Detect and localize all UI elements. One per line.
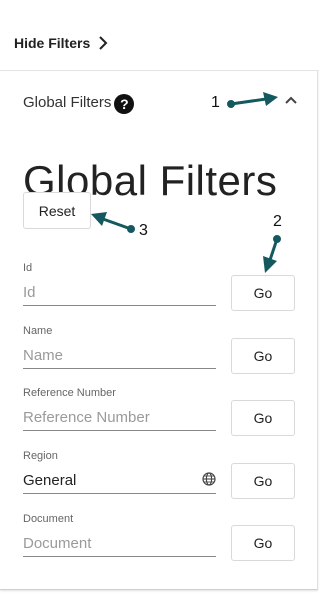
region-field: Region General — [23, 449, 216, 494]
region-select[interactable]: General — [23, 468, 216, 494]
document-go-button[interactable]: Go — [231, 525, 295, 561]
global-filters-panel: Global Filters ? Global Filters Reset Id… — [0, 71, 318, 590]
id-field: Id — [23, 261, 216, 306]
document-input[interactable] — [23, 531, 216, 557]
region-field-label: Region — [23, 450, 58, 462]
document-field: Document — [23, 512, 216, 557]
reset-button[interactable]: Reset — [23, 192, 91, 229]
chevron-up-icon[interactable] — [284, 95, 298, 105]
annotation-label-1: 1 — [211, 94, 220, 111]
reference-number-field: Reference Number — [23, 386, 216, 431]
region-go-button[interactable]: Go — [231, 463, 295, 499]
id-go-button[interactable]: Go — [231, 275, 295, 311]
globe-icon[interactable] — [202, 471, 216, 486]
name-field: Name — [23, 324, 216, 369]
document-field-label: Document — [23, 513, 74, 525]
help-icon[interactable]: ? — [114, 93, 135, 114]
hide-filters-button[interactable]: Hide Filters — [14, 33, 108, 53]
reference-number-field-label: Reference Number — [23, 387, 116, 399]
hide-filters-label: Hide Filters — [14, 35, 91, 51]
reference-number-input[interactable] — [23, 405, 216, 431]
region-value: General — [23, 472, 77, 489]
id-input[interactable] — [23, 280, 216, 306]
panel-header-label: Global Filters — [23, 93, 112, 111]
annotation-label-2: 2 — [273, 213, 282, 230]
panel-header[interactable]: Global Filters ? — [23, 91, 135, 114]
name-field-label: Name — [23, 325, 53, 337]
annotation-label-3: 3 — [139, 222, 148, 239]
name-go-button[interactable]: Go — [231, 338, 295, 374]
chevron-right-icon — [99, 36, 108, 50]
name-input[interactable] — [23, 343, 216, 369]
id-field-label: Id — [23, 262, 33, 274]
reference-number-go-button[interactable]: Go — [231, 400, 295, 436]
